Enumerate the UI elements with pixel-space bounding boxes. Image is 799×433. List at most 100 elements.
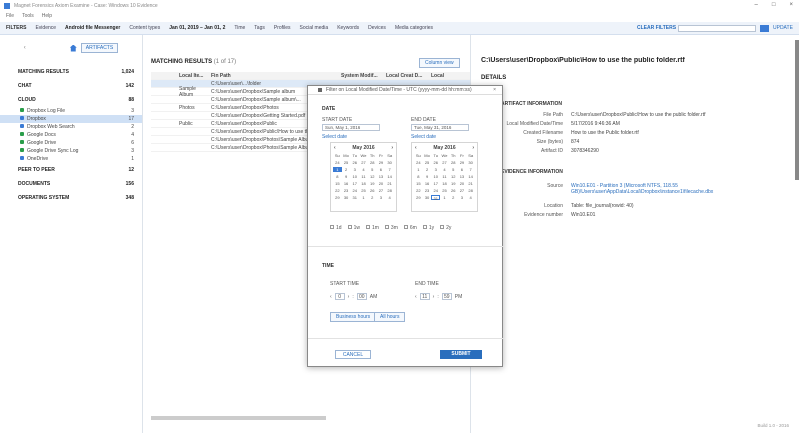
range-1w[interactable]: 1w [347, 225, 360, 231]
start-select-date-link[interactable]: Select date [322, 134, 347, 140]
filter-tags[interactable]: Tags [254, 25, 265, 31]
nav-chat[interactable]: CHAT 142 [0, 79, 142, 93]
cal-prev-icon[interactable]: ‹ [415, 145, 417, 151]
nav-operating-system[interactable]: OPERATING SYSTEM 348 [0, 191, 142, 205]
update-button[interactable]: UPDATE [773, 25, 793, 31]
home-icon[interactable] [69, 44, 77, 52]
start-minute-input[interactable]: 00 [356, 293, 367, 300]
collapse-arrow-icon[interactable]: ‹ [24, 45, 26, 51]
nav-item-google-drive[interactable]: Google Drive 6 [0, 139, 142, 147]
filter-icon [318, 88, 322, 92]
col-header-system-modified[interactable]: System Modif... [341, 73, 386, 79]
window-controls: – □ × [755, 2, 793, 8]
end-hour-input[interactable]: 11 [419, 293, 430, 300]
nav-item-google-docs[interactable]: Google Docs 4 [0, 131, 142, 139]
evidence-info-header: EVIDENCE INFORMATION [501, 169, 563, 175]
search-input[interactable] [678, 25, 756, 32]
artifact-nav: MATCHING RESULTS 1,024 CHAT 142 CLOUD 88 Dr… [0, 65, 142, 205]
quick-range-row: 1d 1w 1m 3m 6m 1y 2y [330, 225, 451, 231]
cal-next-icon[interactable]: › [472, 145, 474, 151]
start-date-label: START DATE [322, 117, 353, 123]
status-footer: Build 1.0 - 2016 [757, 423, 789, 428]
start-ampm-select[interactable]: AM [370, 294, 378, 300]
filter-evidence[interactable]: Evidence [35, 25, 56, 31]
end-calendar-grid[interactable]: Su Mo Tu We Th Fr Sa 24 25 26 27 28 29 30 1234567 89… [412, 153, 477, 201]
all-hours-button[interactable]: All hours [374, 312, 406, 322]
date-section-label: DATE [322, 106, 336, 112]
start-hour-input[interactable]: 0 [334, 293, 345, 300]
field-location: Location Table: file_journal(rowid: 40) [544, 203, 634, 209]
range-1y[interactable]: 1y [422, 225, 434, 231]
menu-help[interactable]: Help [42, 13, 52, 19]
start-calendar: ‹ May 2016 › Su Mo Tu We Th Fr Sa 24 25 26 27 28 29 30… [330, 142, 397, 212]
nav-peer-to-peer[interactable]: PEER TO PEER 12 [0, 163, 142, 177]
start-date-input[interactable]: Sun, May 1, 2016 [322, 124, 380, 131]
title-bar: Magnet Forensics Axiom Examine - Case: W… [0, 0, 799, 11]
search-button[interactable] [760, 25, 769, 32]
filter-content-types[interactable]: Content types [129, 25, 160, 31]
horizontal-scrollbar[interactable] [151, 416, 326, 420]
date-filter-dialog: Filter on Local Modified Date/Time - UTC… [307, 85, 504, 367]
source-link[interactable]: Win10.E01 - Partition 3 (Microsoft NTFS,… [571, 183, 771, 199]
cal-prev-icon[interactable]: ‹ [334, 145, 336, 151]
filter-time[interactable]: Time [234, 25, 245, 31]
end-calendar: ‹ May 2016 › Su Mo Tu We Th Fr Sa 24 25 26 27 28 29 30… [411, 142, 478, 212]
business-hours-button[interactable]: Business hours [330, 312, 377, 322]
range-1m[interactable]: 1m [365, 225, 379, 231]
nav-item-dropbox-web[interactable]: Dropbox Web Search 2 [0, 123, 142, 131]
start-calendar-grid[interactable]: Su Mo Tu We Th Fr Sa 24 25 26 27 28 29 30 1234567 89… [331, 153, 396, 200]
maximize-button[interactable]: □ [772, 2, 776, 8]
cancel-button[interactable]: CANCEL [335, 350, 371, 359]
dialog-title-bar: Filter on Local Modified Date/Time - UTC… [308, 86, 502, 95]
nav-item-google-drive-sync[interactable]: Google Drive Sync Log 3 [0, 147, 142, 155]
nav-item-dropbox[interactable]: Dropbox 17 [0, 115, 142, 123]
left-panel: ‹ ARTIFACTS MATCHING RESULTS 1,024 CHAT 14… [0, 35, 143, 433]
details-title: C:\Users\user\Dropbox\Public\How to use … [481, 57, 685, 64]
vertical-scrollbar[interactable] [795, 40, 799, 180]
nav-matching-results[interactable]: MATCHING RESULTS 1,024 [0, 65, 142, 79]
clear-filters-button[interactable]: CLEAR FILTERS [637, 25, 676, 31]
end-hour-up-icon[interactable]: › [433, 294, 435, 300]
range-6m[interactable]: 6m [403, 225, 417, 231]
filter-keywords[interactable]: Keywords [337, 25, 359, 31]
end-ampm-select[interactable]: PM [455, 294, 463, 300]
dialog-close-icon[interactable]: × [493, 87, 496, 93]
nav-documents[interactable]: DOCUMENTS 156 [0, 177, 142, 191]
submit-button[interactable]: SUBMIT [440, 350, 482, 359]
end-date-input[interactable]: Tue, May 31, 2016 [411, 124, 469, 131]
col-header-local[interactable]: Local [431, 73, 451, 79]
col-header-path[interactable]: Fin Path [211, 73, 311, 79]
filter-social-media[interactable]: Social media [300, 25, 329, 31]
table-header-row: Local Ite... Fin Path System Modif... Lo… [151, 72, 470, 80]
field-size: Size (bytes) 874 [536, 139, 580, 145]
column-view-button[interactable]: Column view [419, 58, 460, 68]
filter-devices[interactable]: Devices [368, 25, 386, 31]
nav-cloud[interactable]: CLOUD 88 [0, 93, 142, 107]
end-select-date-link[interactable]: Select date [411, 134, 436, 140]
col-header-local-item[interactable]: Local Ite... [151, 73, 211, 79]
menu-tools[interactable]: Tools [22, 13, 34, 19]
start-hour-up-icon[interactable]: › [348, 294, 350, 300]
range-1d[interactable]: 1d [330, 225, 342, 231]
end-hour-down-icon[interactable]: ‹ [415, 294, 417, 300]
nav-item-onedrive[interactable]: OneDrive 1 [0, 155, 142, 163]
range-3m[interactable]: 3m [384, 225, 398, 231]
nav-item-dropbox-log[interactable]: Dropbox Log File 3 [0, 107, 142, 115]
divider [308, 246, 504, 247]
end-time-picker: ‹ 11 › : 59 PM [415, 293, 463, 300]
filter-media-categories[interactable]: Media categories [395, 25, 433, 31]
col-header-local-created[interactable]: Local Creat D... [386, 73, 431, 79]
filter-artifacts[interactable]: Android file Messenger [65, 25, 120, 31]
filter-profiles[interactable]: Profiles [274, 25, 291, 31]
minimize-button[interactable]: – [755, 2, 758, 8]
range-2y[interactable]: 2y [440, 225, 451, 231]
artifacts-button[interactable]: ARTIFACTS [80, 43, 119, 53]
start-hour-down-icon[interactable]: ‹ [330, 294, 332, 300]
close-button[interactable]: × [789, 2, 793, 8]
filter-date[interactable]: Jan 01, 2019 – Jan 01, 2 [169, 25, 225, 31]
cal-next-icon[interactable]: › [391, 145, 393, 151]
start-time-label: START TIME [330, 281, 360, 287]
end-minute-input[interactable]: 59 [441, 293, 452, 300]
results-header: MATCHING RESULTS (1 of 17) [151, 59, 237, 65]
menu-file[interactable]: File [6, 13, 14, 19]
